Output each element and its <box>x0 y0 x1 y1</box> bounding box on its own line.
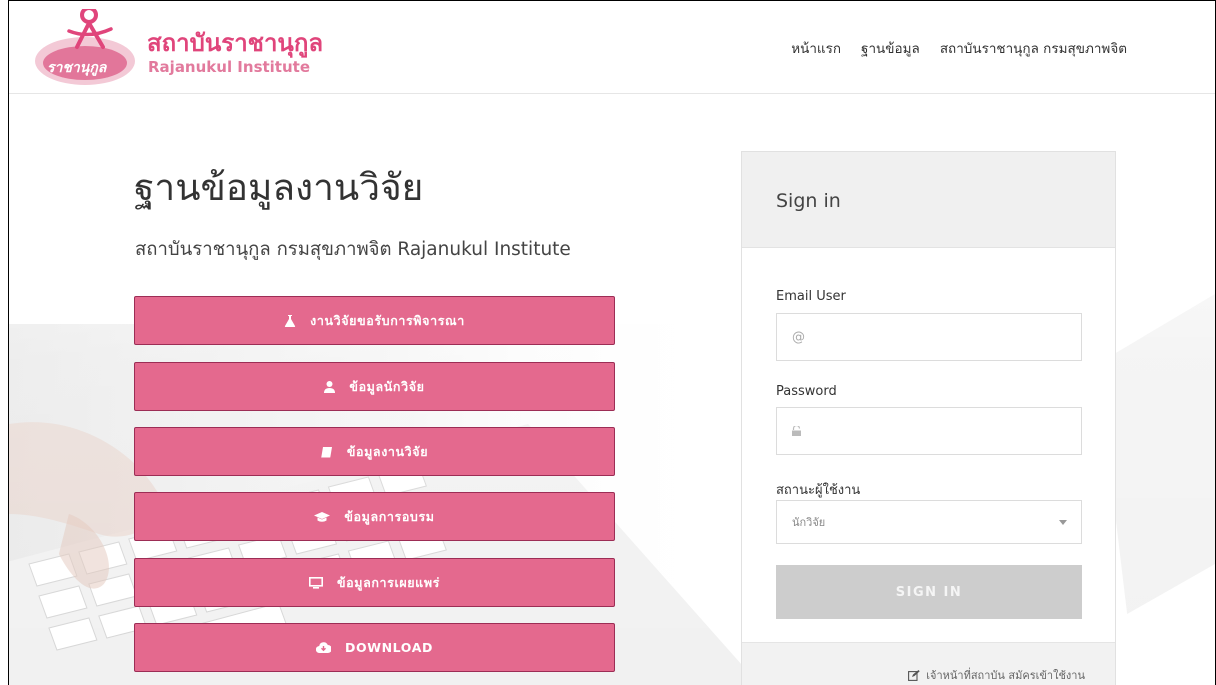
button-label: ข้อมูลงานวิจัย <box>346 443 429 459</box>
flask-icon <box>285 314 296 327</box>
email-placeholder: @ <box>792 329 805 345</box>
button-label: ข้อมูลการเผยแพร่ <box>337 574 440 590</box>
user-status-select[interactable]: นักวิจัย <box>776 500 1082 544</box>
rajanukul-emblem-icon: ราชานุกูล <box>35 9 135 85</box>
password-label: Password <box>776 384 837 399</box>
site-logo[interactable]: ราชานุกูล สถาบันราชานุกูล Rajanukul Inst… <box>31 7 324 87</box>
button-label: ข้อมูลนักวิจัย <box>349 378 425 394</box>
signin-footer: เจ้าหน้าที่สถาบัน สมัครเข้าใช้งาน <box>742 642 1115 685</box>
research-info-button[interactable]: ข้อมูลงานวิจัย <box>134 427 615 476</box>
signin-button[interactable]: SIGN IN <box>776 565 1082 619</box>
staff-register-label: เจ้าหน้าที่สถาบัน สมัครเข้าใช้งาน <box>926 669 1085 682</box>
logo-mark-text: ราชานุกูล <box>47 60 108 76</box>
research-review-button[interactable]: งานวิจัยขอรับการพิจารณา <box>134 296 615 345</box>
email-label: Email User <box>776 289 846 304</box>
email-field[interactable]: @ <box>776 313 1082 361</box>
logo-title-en: Rajanukul Institute <box>148 58 311 76</box>
edit-icon <box>908 669 920 681</box>
password-field[interactable] <box>776 407 1082 455</box>
page-title: ฐานข้อมูลงานวิจัย <box>134 166 424 209</box>
researcher-info-button[interactable]: ข้อมูลนักวิจัย <box>134 362 615 411</box>
top-nav: หน้าแรก ฐานข้อมูล สถาบันราชานุกูล กรมสุข… <box>791 37 1127 59</box>
button-label: งานวิจัยขอรับการพิจารณา <box>310 312 465 328</box>
download-button[interactable]: DOWNLOAD <box>134 623 615 672</box>
chevron-down-icon <box>1059 519 1067 525</box>
nav-database[interactable]: ฐานข้อมูล <box>861 37 920 59</box>
book-icon <box>321 446 332 457</box>
button-label: ข้อมูลการอบรม <box>344 508 435 524</box>
cloud-download-icon <box>316 642 332 653</box>
publication-info-button[interactable]: ข้อมูลการเผยแพร่ <box>134 558 615 607</box>
browser-viewport: ราชานุกูล สถาบันราชานุกูล Rajanukul Inst… <box>8 0 1216 685</box>
monitor-icon <box>309 576 323 589</box>
page-subtitle: สถาบันราชานุกูล กรมสุขภาพจิต Rajanukul I… <box>135 239 571 260</box>
user-icon <box>324 380 336 393</box>
user-status-value: นักวิจัย <box>792 516 826 529</box>
training-info-button[interactable]: ข้อมูลการอบรม <box>134 492 615 541</box>
user-status-label: สถานะผู้ใช้งาน <box>776 483 861 498</box>
button-label: DOWNLOAD <box>345 640 433 655</box>
nav-institute[interactable]: สถาบันราชานุกูล กรมสุขภาพจิต <box>940 37 1127 59</box>
site-header: ราชานุกูล สถาบันราชานุกูล Rajanukul Inst… <box>9 1 1215 94</box>
unlock-icon <box>792 426 801 436</box>
logo-title-th: สถาบันราชานุกูล <box>147 29 324 57</box>
nav-home[interactable]: หน้าแรก <box>791 37 841 59</box>
staff-register-link[interactable]: เจ้าหน้าที่สถาบัน สมัครเข้าใช้งาน <box>908 666 1085 684</box>
graduation-cap-icon <box>314 511 331 522</box>
signin-heading: Sign in <box>742 152 1115 248</box>
signin-panel: Sign in Email User @ Password สถานะผู้ใช… <box>741 151 1116 685</box>
